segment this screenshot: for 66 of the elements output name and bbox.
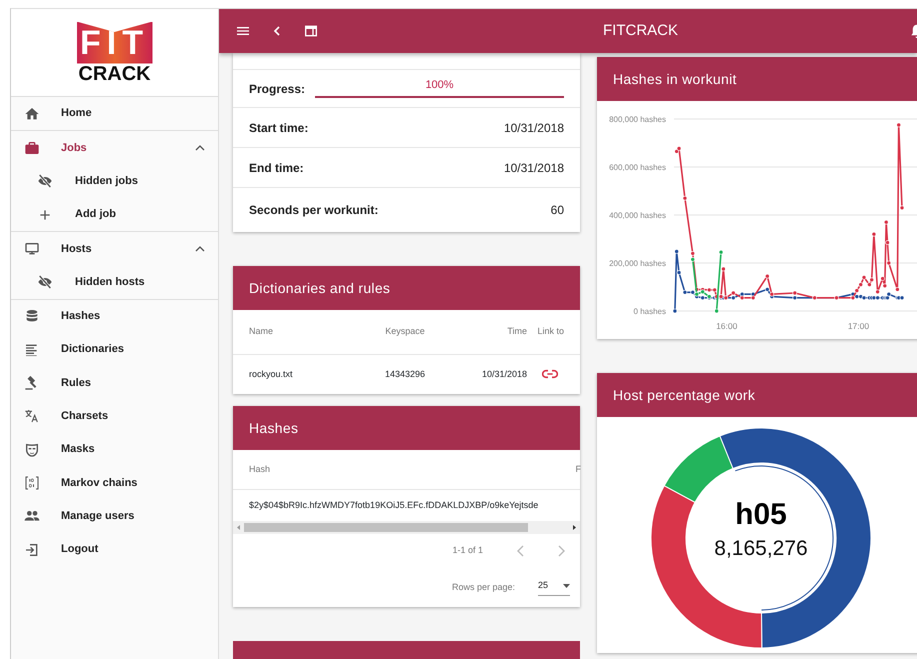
mask-icon	[24, 442, 40, 458]
rows-per-page-select[interactable]: 25	[538, 578, 570, 596]
column-header: F	[576, 462, 581, 476]
donut-slice[interactable]	[664, 436, 734, 503]
host-name: h05	[735, 500, 787, 530]
sidebar-item[interactable]: Dictionaries	[11, 333, 218, 366]
monitor-icon	[24, 240, 40, 257]
sidebar-item[interactable]: Manage users	[11, 500, 218, 533]
field-label: Start time:	[249, 120, 308, 136]
table-cell-text: $2y$04$bR9Ic.hfzWMDY7fotb19KOiJ5.EFc.fDDAKLDJXBP/o9keYejtsde	[249, 498, 538, 512]
sidebar-item[interactable]: Hosts	[11, 232, 218, 266]
matrix-icon	[24, 474, 40, 491]
field-value: 10/31/2018	[504, 120, 564, 136]
page-range: 1-1 of 1	[452, 544, 483, 558]
chevron-icon	[195, 142, 205, 153]
axis-label: 16:00	[716, 321, 738, 331]
sidebar-item[interactable]: Charsets	[11, 400, 218, 433]
window-icon[interactable]	[303, 23, 319, 39]
axis-label: 0 hashes	[634, 307, 666, 316]
database-icon	[24, 308, 40, 324]
column-header: Link to	[536, 325, 564, 338]
card-title: Dictionaries and rules	[233, 266, 580, 310]
axis-label: 800,000 hashes	[609, 115, 666, 124]
axis-label: 400,000 hashes	[609, 211, 666, 220]
sidebar-item[interactable]: Markov chains	[11, 466, 218, 500]
sidebar-item[interactable]: Hidden jobs	[11, 164, 218, 198]
field-value: 10/31/2018	[504, 160, 564, 176]
home-icon	[24, 106, 40, 122]
chevron-icon	[195, 244, 205, 254]
field-label: End time:	[249, 160, 304, 176]
field-value: 60	[550, 202, 564, 219]
axis-label: 600,000 hashes	[609, 163, 666, 172]
sidebar-item[interactable]: Rules	[11, 366, 218, 400]
sidebar-item[interactable]: Add job	[11, 198, 218, 232]
app-title: FITCRACK	[603, 20, 678, 41]
column-header: Time	[506, 325, 527, 338]
sidebar-item[interactable]: Logout	[11, 532, 218, 566]
card-title: Hashes in workunit	[597, 57, 917, 101]
field-label: Progress:	[249, 80, 306, 98]
hidden-icon	[37, 274, 53, 290]
sidebar-item[interactable]: Masks	[11, 432, 218, 466]
field-label: Seconds per workunit:	[249, 202, 378, 219]
progress-reading: 100%	[424, 78, 455, 92]
host-value: 8,165,276	[714, 538, 808, 559]
link-icon[interactable]	[542, 369, 558, 380]
rows-per-page-label: Rows per page:	[452, 580, 515, 594]
axis-label: 200,000 hashes	[609, 259, 666, 268]
sidebar-item[interactable]: Jobs	[11, 131, 218, 165]
dropdown-icon	[563, 584, 570, 588]
column-header: Hash	[249, 462, 270, 476]
axis-label: 17:00	[848, 321, 870, 331]
logo: FIT CRACK	[76, 22, 152, 84]
table-cell-text: 10/31/2018	[480, 368, 527, 381]
column-header: Keyspace	[384, 325, 426, 338]
sidebar-item[interactable]: Home	[11, 97, 218, 130]
translate-icon	[24, 408, 40, 424]
briefcase-icon	[24, 140, 40, 156]
card-title: Host percentage work	[597, 373, 917, 417]
hidden-icon	[37, 173, 53, 190]
table-cell-text: 14343296	[384, 368, 426, 381]
logout-icon	[24, 542, 40, 558]
card-title: Hashes	[233, 406, 580, 450]
sidebar-item[interactable]: Hidden hosts	[11, 265, 218, 299]
table-cell-text: rockyou.txt	[249, 368, 294, 381]
column-header: Name	[249, 325, 274, 338]
sidebar-item[interactable]: Hashes	[11, 300, 218, 334]
